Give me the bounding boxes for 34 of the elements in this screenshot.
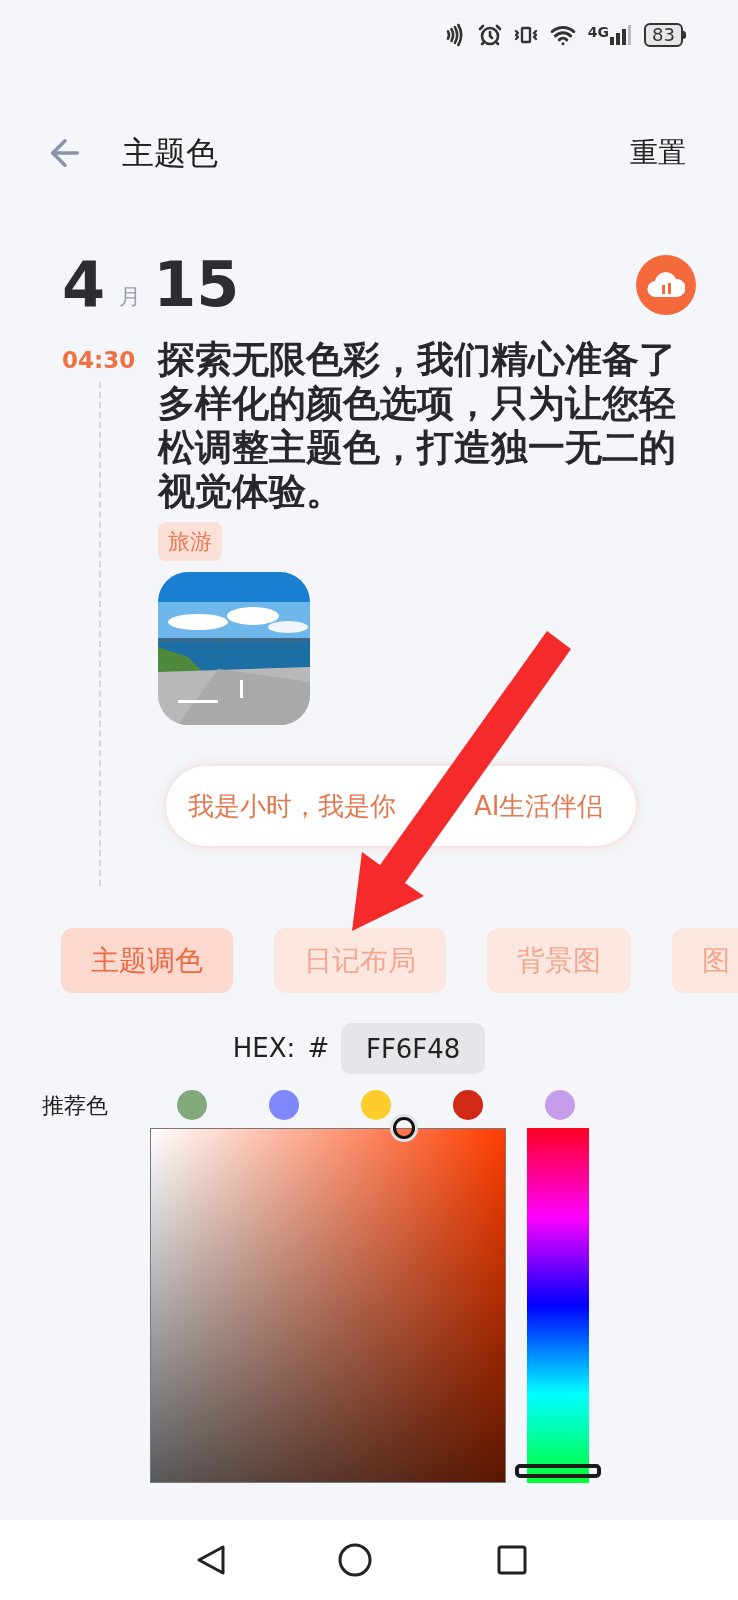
month-unit: 月 [119, 282, 142, 311]
network-label: 4G [587, 25, 610, 39]
entry-time: 04:30 [62, 346, 137, 375]
saturation-brightness-panel[interactable] [150, 1128, 506, 1483]
recommended-label: 推荐色 [42, 1091, 109, 1120]
recents-nav-icon[interactable] [497, 1545, 527, 1575]
color-swatch[interactable] [177, 1090, 207, 1120]
tab[interactable]: 主题调色 [61, 928, 233, 993]
reset-button[interactable]: 重置 [630, 132, 686, 174]
bubble-text: AI生活伴侣 [474, 789, 604, 823]
back-nav-icon[interactable] [196, 1544, 226, 1576]
alarm-icon [477, 23, 502, 47]
entry-tag: 旅游 [158, 522, 222, 561]
day-number: 15 [153, 254, 240, 316]
tab[interactable]: 背景图 [487, 928, 631, 993]
color-swatch[interactable] [269, 1090, 299, 1120]
tab[interactable]: 日记布局 [274, 928, 446, 993]
color-swatch[interactable] [545, 1090, 575, 1120]
hex-label: HEX: [232, 1032, 296, 1065]
signal-icon [610, 25, 633, 45]
entry-text: 探索无限色彩，我们精心准备了多样化的颜色选项，只为让您轻松调整主题色，打造独一无二的视觉体验。 [158, 338, 677, 514]
cloud-icon[interactable] [636, 255, 696, 315]
color-swatch[interactable] [453, 1090, 483, 1120]
tab[interactable]: 图 [672, 928, 738, 993]
bubble-text: 我是小时，我是你 [188, 789, 396, 823]
page-title: 主题色 [122, 133, 218, 174]
battery-icon: 83 [644, 23, 683, 47]
home-nav-icon[interactable] [338, 1543, 372, 1577]
color-swatch[interactable] [361, 1090, 391, 1120]
month-number: 4 [62, 254, 106, 316]
assistant-bubble[interactable]: 我是小时，我是你 AI生活伴侣 [166, 766, 636, 846]
hex-field[interactable]: FF6F48 [341, 1023, 486, 1074]
hex-prefix: # [307, 1032, 330, 1065]
color-thumb[interactable] [393, 1117, 415, 1139]
